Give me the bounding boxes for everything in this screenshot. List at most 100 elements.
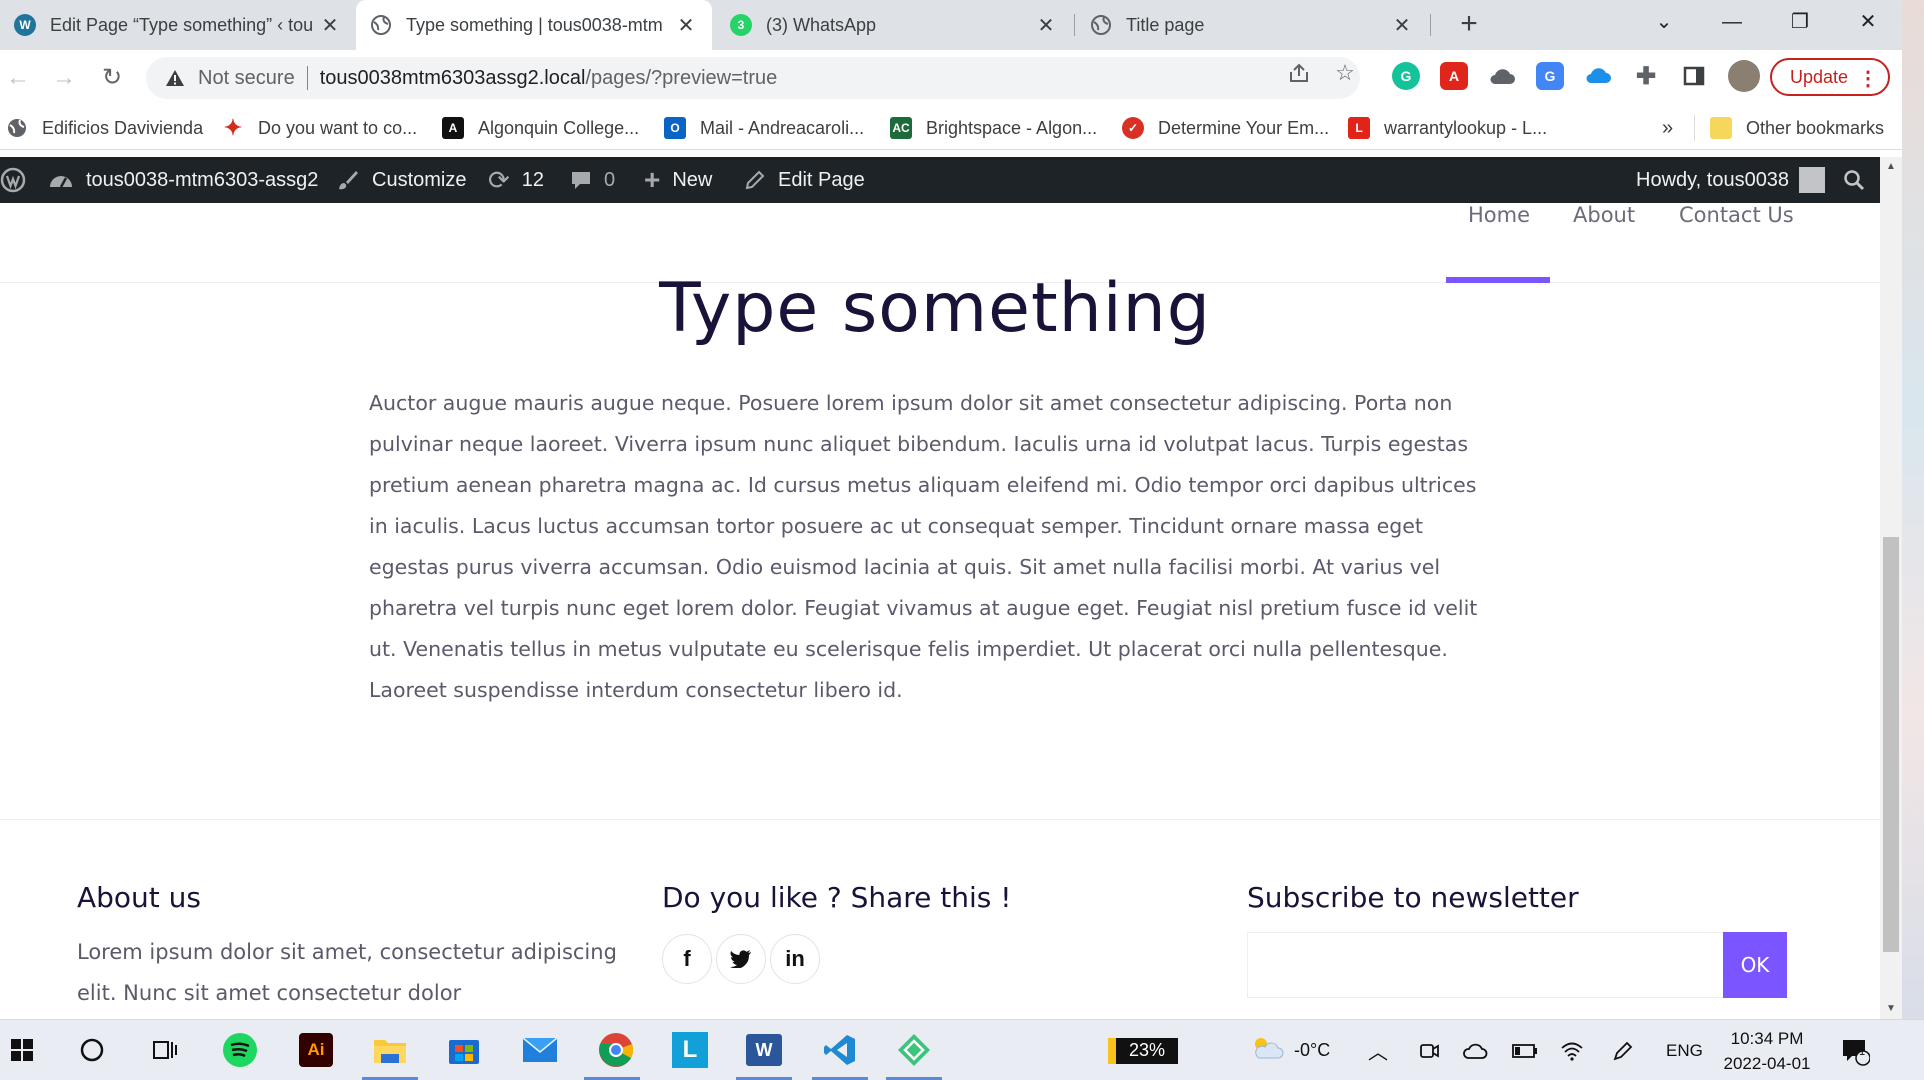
nav-contact-us[interactable]: Contact Us: [1679, 203, 1794, 227]
linkedin-icon[interactable]: in: [770, 934, 820, 984]
page-scrollbar[interactable]: ▲ ▼: [1880, 157, 1902, 1019]
reload-icon[interactable]: ↻: [96, 62, 128, 94]
search-icon[interactable]: [70, 1028, 114, 1072]
update-button[interactable]: Update ⋮: [1770, 58, 1890, 96]
vscode-icon[interactable]: [818, 1028, 862, 1072]
bookmark-label: Do you want to co...: [258, 117, 418, 138]
share-icon[interactable]: [1286, 60, 1312, 86]
newsletter-ok-button[interactable]: OK: [1723, 932, 1787, 998]
onedrive-icon[interactable]: [1584, 62, 1612, 90]
close-icon[interactable]: ✕: [318, 13, 342, 38]
language-indicator[interactable]: ENG: [1666, 1020, 1703, 1080]
bookmark-item[interactable]: O Mail - Andreacaroli...: [664, 106, 864, 150]
paintbrush-icon: [336, 168, 360, 192]
tab-search-icon[interactable]: ⌄: [1634, 0, 1694, 44]
scrollbar-thumb[interactable]: [1883, 537, 1899, 952]
edit-page-label: Edit Page: [778, 168, 865, 191]
wp-comments[interactable]: 0: [570, 157, 615, 203]
search-icon[interactable]: [1842, 157, 1866, 203]
bookmark-label: Other bookmarks: [1746, 117, 1885, 138]
bookmark-star-icon[interactable]: ☆: [1332, 60, 1358, 86]
task-view-icon[interactable]: [142, 1028, 186, 1072]
partly-cloudy-icon: [1250, 1035, 1284, 1066]
restore-button[interactable]: ❐: [1770, 0, 1830, 44]
bookmarks-overflow-button[interactable]: »: [1662, 106, 1673, 150]
back-arrow-icon[interactable]: ←: [2, 62, 34, 94]
tab-title-page[interactable]: Title page ✕: [1076, 0, 1428, 50]
meet-now-icon[interactable]: [1418, 1020, 1440, 1080]
security-label[interactable]: Not secure: [198, 67, 295, 90]
notification-center-icon[interactable]: 1: [1840, 1020, 1870, 1080]
onedrive-tray-icon[interactable]: [1462, 1020, 1488, 1080]
bookmark-item[interactable]: A Algonquin College...: [442, 106, 639, 150]
acrobat-icon[interactable]: A: [1440, 62, 1468, 90]
social-buttons: f in: [662, 934, 1012, 984]
facebook-icon[interactable]: f: [662, 934, 712, 984]
battery-icon[interactable]: [1512, 1020, 1538, 1080]
start-icon[interactable]: [0, 1028, 44, 1072]
translate-icon[interactable]: G: [1536, 62, 1564, 90]
close-icon[interactable]: ✕: [1034, 13, 1058, 38]
nav-about[interactable]: About: [1573, 203, 1635, 227]
new-tab-button[interactable]: +: [1452, 8, 1486, 42]
scroll-up-arrow-icon[interactable]: ▲: [1880, 157, 1902, 177]
tab-edit-page[interactable]: W Edit Page “Type something” ‹ tou ✕: [0, 0, 356, 50]
bookmark-item[interactable]: ✦ Do you want to co...: [222, 106, 417, 150]
tab-whatsapp[interactable]: 3 (3) WhatsApp ✕: [716, 0, 1072, 50]
tab-title: Title page: [1126, 14, 1205, 35]
wp-admin-bar: tous0038-mtm6303-assg2 Customize ⟳ 12 0 …: [0, 157, 1880, 203]
newsletter-email-input[interactable]: [1247, 932, 1723, 998]
chrome-icon[interactable]: [594, 1028, 638, 1072]
tab-title: (3) WhatsApp: [766, 14, 877, 35]
wp-updates[interactable]: ⟳ 12: [488, 157, 544, 203]
bookmark-item[interactable]: ✓ Determine Your Em...: [1122, 106, 1329, 150]
wp-site-name[interactable]: tous0038-mtm6303-assg2: [48, 157, 318, 203]
scroll-down-arrow-icon[interactable]: ▼: [1880, 999, 1902, 1019]
cloud-icon[interactable]: [1488, 62, 1516, 90]
extensions-puzzle-icon[interactable]: ✚: [1632, 62, 1660, 90]
maple-leaf-icon: ✦: [223, 115, 243, 140]
battery-percent: 23%: [1108, 1037, 1178, 1064]
other-bookmarks-folder[interactable]: Other bookmarks: [1710, 106, 1884, 150]
nav-home[interactable]: Home: [1468, 203, 1530, 227]
wordpress-logo-icon[interactable]: [0, 157, 26, 203]
green-app-icon[interactable]: [892, 1028, 936, 1072]
bookmark-item[interactable]: L warrantylookup - L...: [1348, 106, 1547, 150]
refresh-icon: ⟳: [488, 164, 510, 195]
close-icon[interactable]: ✕: [674, 13, 698, 38]
minimize-button[interactable]: —: [1702, 0, 1762, 44]
forward-arrow-icon[interactable]: →: [48, 62, 80, 94]
more-menu-icon[interactable]: ⋮: [1858, 66, 1878, 91]
comment-bubble-icon: [570, 169, 592, 191]
microsoft-store-icon[interactable]: [442, 1028, 486, 1072]
battery-meter[interactable]: 23%: [1108, 1020, 1178, 1080]
bookmarks-bar: Edificios Davivienda ✦ Do you want to co…: [0, 106, 1924, 150]
pen-icon[interactable]: [1612, 1020, 1634, 1080]
file-explorer-icon[interactable]: [368, 1028, 412, 1072]
bookmark-item[interactable]: Edificios Davivienda: [6, 106, 203, 150]
l-app-icon[interactable]: L: [668, 1028, 712, 1072]
avatar[interactable]: [1728, 60, 1760, 92]
wp-customize[interactable]: Customize: [336, 157, 466, 203]
wp-account[interactable]: Howdy, tous0038: [1636, 157, 1826, 203]
bookmark-item[interactable]: AC Brightspace - Algon...: [890, 106, 1097, 150]
chevron-up-icon[interactable]: ︿: [1368, 1020, 1388, 1080]
warning-icon[interactable]: [164, 67, 186, 89]
twitter-icon[interactable]: [716, 934, 766, 984]
spotify-icon[interactable]: [218, 1028, 262, 1072]
close-icon[interactable]: ✕: [1390, 13, 1414, 38]
system-clock[interactable]: 10:34 PM 2022-04-01: [1712, 1026, 1822, 1076]
illustrator-icon[interactable]: Ai: [294, 1028, 338, 1072]
wifi-icon[interactable]: [1560, 1020, 1584, 1080]
grammarly-icon[interactable]: G: [1392, 62, 1420, 90]
weather-widget[interactable]: -0°C: [1250, 1020, 1330, 1080]
side-panel-icon[interactable]: [1680, 62, 1708, 90]
address-bar[interactable]: Not secure tous0038mtm6303assg2.local /p…: [146, 57, 1360, 99]
wp-new[interactable]: + New: [644, 157, 712, 203]
window-close-button[interactable]: ✕: [1838, 0, 1898, 44]
wp-edit-page[interactable]: Edit Page: [744, 157, 865, 203]
illustrator-glyph: Ai: [299, 1033, 333, 1067]
tab-type-something[interactable]: Type something | tous0038-mtm ✕: [356, 0, 712, 50]
word-icon[interactable]: W: [742, 1028, 786, 1072]
mail-icon[interactable]: [518, 1028, 562, 1072]
